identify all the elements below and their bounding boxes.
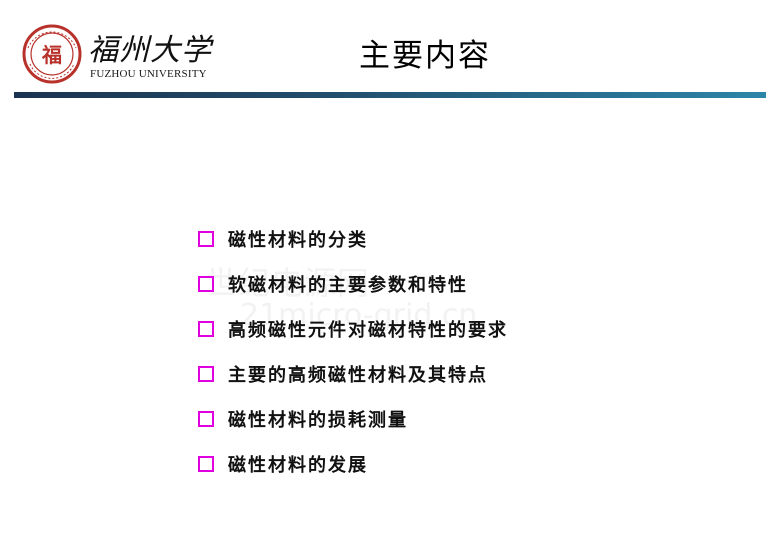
topic-item: 主要的高频磁性材料及其特点 (198, 351, 508, 396)
square-bullet-icon (198, 320, 214, 337)
seal-glyph: 福 (41, 43, 62, 67)
logo-name-script: 福州大学 (88, 33, 214, 68)
topic-label: 高频磁性元件对磁材特性的要求 (228, 319, 508, 341)
topic-item: 磁性材料的损耗测量 (198, 396, 508, 441)
university-name-script: 福州大学 (88, 33, 214, 68)
university-seal-logo: 福 (22, 24, 82, 84)
topic-label: 磁性材料的损耗测量 (228, 409, 408, 431)
slide-header: 福 福州大学 FUZHOU UNIVERSITY 主要内容 (0, 0, 780, 100)
topic-item: 磁性材料的发展 (198, 441, 508, 486)
topic-item: 磁性材料的分类 (198, 216, 508, 261)
header-divider-bar (14, 92, 766, 98)
square-bullet-icon (198, 230, 214, 247)
square-bullet-icon (198, 410, 214, 427)
square-bullet-icon (198, 455, 214, 472)
topic-label: 磁性材料的分类 (228, 229, 368, 251)
topic-label: 软磁材料的主要参数和特性 (228, 274, 468, 296)
square-bullet-icon (198, 275, 214, 292)
topic-item: 高频磁性元件对磁材特性的要求 (198, 306, 508, 351)
logo-name-english: FUZHOU UNIVERSITY (90, 68, 207, 80)
slide-title: 主要内容 (359, 38, 491, 74)
topic-label: 主要的高频磁性材料及其特点 (228, 364, 488, 386)
topic-item: 软磁材料的主要参数和特性 (198, 261, 508, 306)
topic-label: 磁性材料的发展 (228, 454, 368, 476)
topic-list: 磁性材料的分类 软磁材料的主要参数和特性 高频磁性元件对磁材特性的要求 主要的高… (198, 216, 508, 486)
square-bullet-icon (198, 365, 214, 382)
